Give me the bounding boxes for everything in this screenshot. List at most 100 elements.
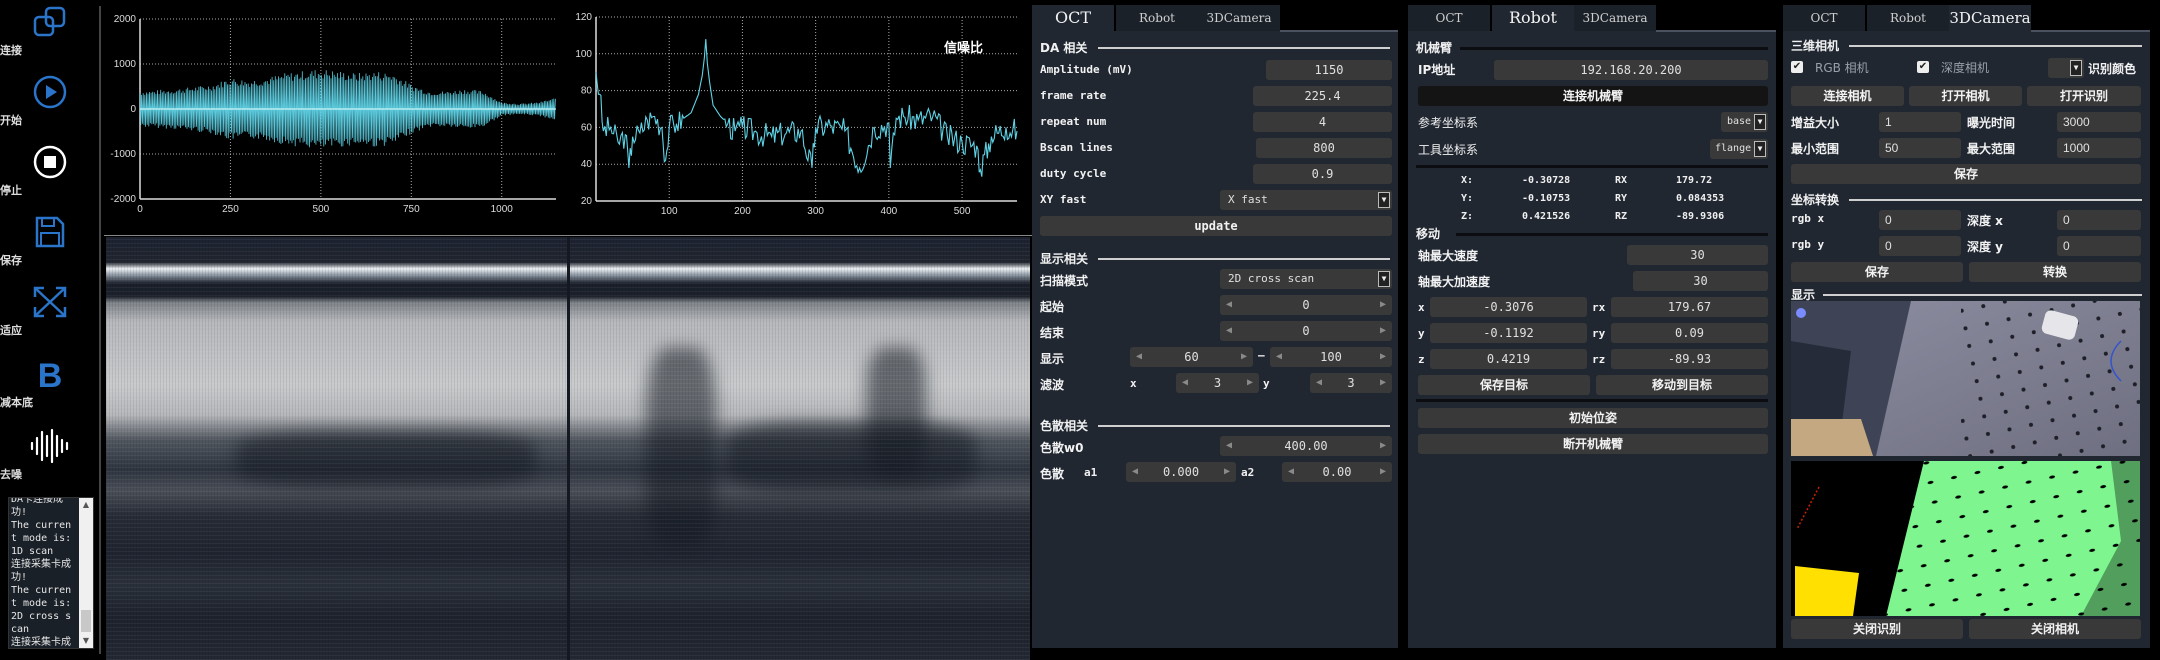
depth-x-input[interactable]: 0 — [2057, 210, 2141, 230]
scroll-up-icon[interactable]: ▲ — [79, 498, 93, 512]
stop-button[interactable]: 停止 — [0, 144, 100, 197]
detect-color-select[interactable]: ▼ — [2048, 58, 2084, 78]
increment-icon[interactable]: ▶ — [1376, 462, 1390, 482]
depth-camera-checkbox[interactable]: ✔ — [1917, 61, 1929, 73]
decrement-icon[interactable]: ◀ — [1222, 321, 1236, 341]
gain-input[interactable]: 1 — [1879, 112, 1961, 132]
target-ry-input[interactable]: 0.09 — [1611, 323, 1768, 343]
increment-icon[interactable]: ▶ — [1243, 373, 1257, 393]
decrement-icon[interactable]: ◀ — [1284, 462, 1298, 482]
tab-oct[interactable]: OCT — [1408, 5, 1490, 31]
a2-spinbox[interactable]: ◀ 0.00 ▶ — [1282, 462, 1392, 482]
open-camera-button[interactable]: 打开相机 — [1909, 86, 2022, 106]
a1-spinbox[interactable]: ◀ 0.000 ▶ — [1126, 462, 1236, 482]
tab-3dcamera[interactable]: 3DCamera — [1949, 5, 2031, 31]
bscan-lines-input[interactable]: 800 — [1256, 138, 1392, 158]
tab-3dcamera[interactable]: 3DCamera — [1198, 5, 1280, 31]
duty-cycle-input[interactable]: 0.9 — [1253, 164, 1392, 184]
rgb-camera-checkbox[interactable]: ✔ — [1791, 61, 1803, 73]
target-rx-input[interactable]: 179.67 — [1611, 297, 1768, 317]
tab-robot[interactable]: Robot — [1492, 5, 1574, 31]
start-spinbox[interactable]: ◀ 0 ▶ — [1220, 295, 1392, 315]
show-min-spinbox[interactable]: ◀ 60 ▶ — [1130, 347, 1253, 367]
ip-input[interactable]: 192.168.20.200 — [1494, 60, 1768, 80]
max-range-input[interactable]: 1000 — [2057, 138, 2141, 158]
open-detection-button[interactable]: 打开识别 — [2027, 86, 2141, 106]
dropdown-arrow-icon[interactable]: ▼ — [1378, 271, 1390, 287]
xy-fast-select[interactable]: X fast ▼ — [1220, 190, 1392, 210]
oct-bscan-image[interactable] — [104, 222, 1032, 660]
save-icon — [35, 216, 65, 248]
w0-spinbox[interactable]: ◀ 400.00 ▶ — [1220, 436, 1392, 456]
log-scrollbar[interactable]: ▲ ▼ — [79, 498, 93, 648]
ref-frame-select[interactable]: base ▼ — [1721, 112, 1768, 132]
da-section-header: DA 相关 — [1040, 39, 1390, 55]
increment-icon[interactable]: ▶ — [1220, 462, 1234, 482]
increment-icon[interactable]: ▶ — [1376, 295, 1390, 315]
connect-button[interactable]: 连接 — [0, 4, 100, 57]
increment-icon[interactable]: ▶ — [1376, 321, 1390, 341]
close-detection-button[interactable]: 关闭识别 — [1791, 619, 1963, 639]
target-rz-input[interactable]: -89.93 — [1611, 349, 1768, 369]
save-target-button[interactable]: 保存目标 — [1418, 375, 1590, 395]
exposure-input[interactable]: 3000 — [2057, 112, 2141, 132]
scroll-thumb[interactable] — [81, 610, 91, 632]
target-z-input[interactable]: 0.4219 — [1430, 349, 1587, 369]
update-button[interactable]: update — [1040, 216, 1392, 236]
dropdown-arrow-icon[interactable]: ▼ — [2070, 60, 2082, 76]
target-x-input[interactable]: -0.3076 — [1430, 297, 1587, 317]
max-acc-input[interactable]: 30 — [1633, 271, 1768, 291]
depth-y-input[interactable]: 0 — [2057, 236, 2141, 256]
scroll-down-icon[interactable]: ▼ — [79, 634, 93, 648]
initial-pose-button[interactable]: 初始位姿 — [1418, 408, 1768, 428]
start-button[interactable]: 开始 — [0, 74, 100, 127]
rgb-y-input[interactable]: 0 — [1879, 236, 1961, 256]
close-camera-button[interactable]: 关闭相机 — [1969, 619, 2141, 639]
dropdown-arrow-icon[interactable]: ▼ — [1378, 192, 1390, 208]
decrement-icon[interactable]: ◀ — [1222, 295, 1236, 315]
tool-frame-select[interactable]: flange ▼ — [1710, 139, 1768, 159]
tab-oct[interactable]: OCT — [1032, 5, 1114, 31]
tab-oct[interactable]: OCT — [1783, 5, 1865, 31]
xy-fast-value: X fast — [1228, 193, 1268, 206]
show-max-spinbox[interactable]: ◀ 100 ▶ — [1270, 347, 1392, 367]
max-speed-input[interactable]: 30 — [1627, 245, 1768, 265]
filter-x-spinbox[interactable]: ◀ 3 ▶ — [1176, 373, 1259, 393]
target-y-input[interactable]: -0.1192 — [1430, 323, 1587, 343]
increment-icon[interactable]: ▶ — [1237, 347, 1251, 367]
decrement-icon[interactable]: ◀ — [1272, 347, 1286, 367]
decrement-icon[interactable]: ◀ — [1132, 347, 1146, 367]
decrement-icon[interactable]: ◀ — [1178, 373, 1192, 393]
dropdown-arrow-icon[interactable]: ▼ — [1754, 141, 1766, 157]
filter-y-spinbox[interactable]: ◀ 3 ▶ — [1310, 373, 1392, 393]
increment-icon[interactable]: ▶ — [1376, 373, 1390, 393]
decrement-icon[interactable]: ◀ — [1312, 373, 1326, 393]
increment-icon[interactable]: ▶ — [1376, 347, 1390, 367]
convert-button[interactable]: 转换 — [1969, 262, 2141, 282]
fit-button[interactable]: 适应 — [0, 284, 100, 337]
move-to-target-button[interactable]: 移动到目标 — [1596, 375, 1768, 395]
save-button[interactable]: 保存 — [0, 214, 100, 267]
save-transform-button[interactable]: 保存 — [1791, 262, 1963, 282]
log-output[interactable]: DA卡连接成功! The current mode is: 1D scan 连接… — [8, 497, 94, 649]
frame-rate-input[interactable]: 225.4 — [1253, 86, 1392, 106]
decrement-icon[interactable]: ◀ — [1222, 436, 1236, 456]
tab-robot[interactable]: Robot — [1116, 5, 1198, 31]
increment-icon[interactable]: ▶ — [1376, 436, 1390, 456]
denoise-button[interactable]: 去噪 — [0, 428, 100, 481]
connect-arm-button[interactable]: 连接机械臂 — [1418, 86, 1768, 106]
baseline-button[interactable]: B 减本底 — [0, 356, 100, 409]
end-spinbox[interactable]: ◀ 0 ▶ — [1220, 321, 1392, 341]
decrement-icon[interactable]: ◀ — [1128, 462, 1142, 482]
scan-mode-select[interactable]: 2D cross scan ▼ — [1220, 269, 1392, 289]
dropdown-arrow-icon[interactable]: ▼ — [1754, 114, 1766, 130]
connect-camera-button[interactable]: 连接相机 — [1791, 86, 1904, 106]
min-range-input[interactable]: 50 — [1879, 138, 1961, 158]
save-camera-settings-button[interactable]: 保存 — [1791, 164, 2141, 184]
rgb-x-input[interactable]: 0 — [1879, 210, 1961, 230]
tab-robot[interactable]: Robot — [1867, 5, 1949, 31]
tab-3dcamera[interactable]: 3DCamera — [1574, 5, 1656, 31]
amplitude-input[interactable]: 1150 — [1266, 60, 1392, 80]
repeat-num-input[interactable]: 4 — [1253, 112, 1392, 132]
disconnect-arm-button[interactable]: 断开机械臂 — [1418, 434, 1768, 454]
